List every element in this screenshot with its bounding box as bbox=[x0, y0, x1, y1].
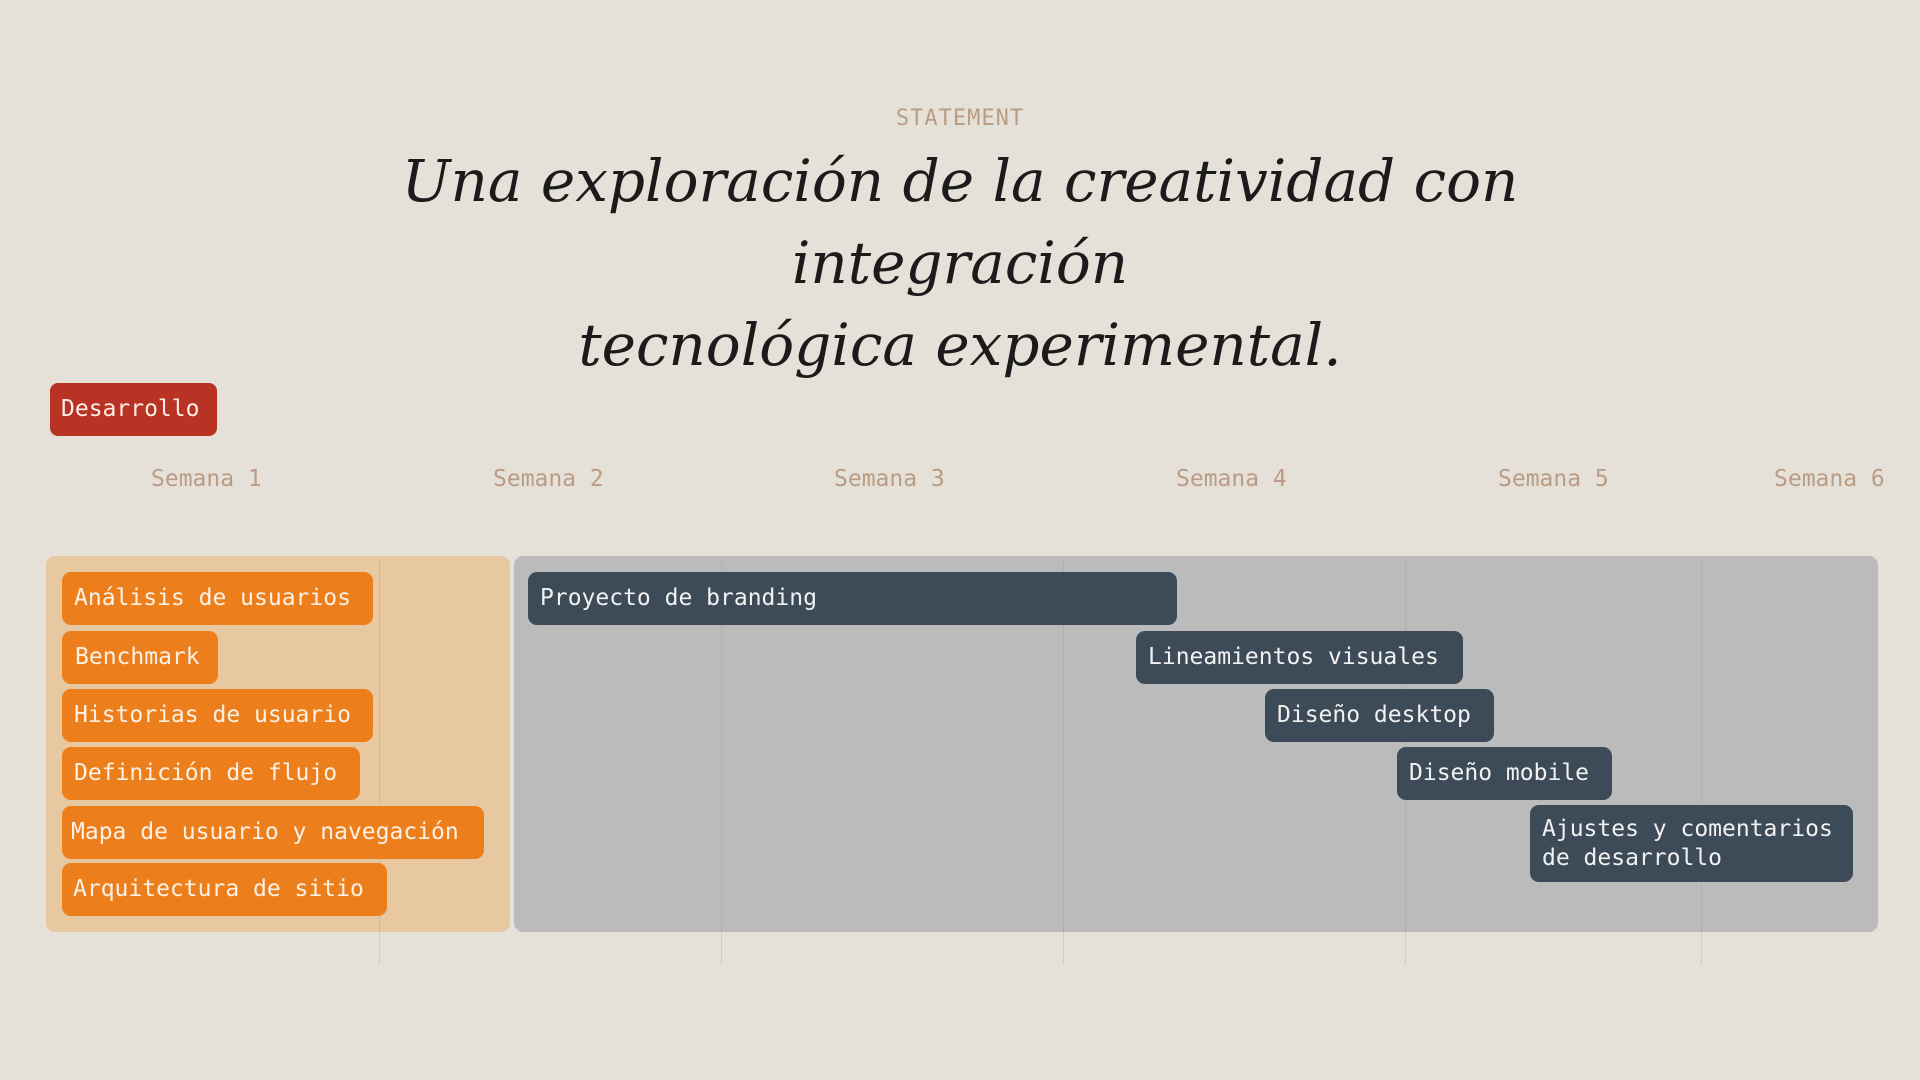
task-ajustes-comentarios: Ajustes y comentarios de desarrollo bbox=[1530, 805, 1853, 882]
headline-line-1: Una exploración de la creatividad con in… bbox=[401, 147, 1519, 297]
task-diseno-desktop: Diseño desktop bbox=[1265, 689, 1494, 742]
headline-line-2: tecnológica experimental. bbox=[578, 311, 1342, 379]
task-proyecto-branding: Proyecto de branding bbox=[528, 572, 1177, 625]
task-ajustes-line-2: de desarrollo bbox=[1542, 845, 1723, 871]
week-label-3: Semana 3 bbox=[834, 466, 945, 492]
task-ajustes-line-1: Ajustes y comentarios bbox=[1542, 816, 1833, 842]
task-lineamientos-visuales: Lineamientos visuales bbox=[1136, 631, 1463, 684]
phase-tag: Desarrollo bbox=[50, 383, 218, 436]
task-mapa-usuario-navegacion: Mapa de usuario y navegación bbox=[62, 806, 484, 859]
week-label-1: Semana 1 bbox=[151, 466, 262, 492]
week-label-6: Semana 6 bbox=[1774, 466, 1885, 492]
week-label-4: Semana 4 bbox=[1176, 466, 1287, 492]
week-label-5: Semana 5 bbox=[1498, 466, 1609, 492]
headline: Una exploración de la creatividad con in… bbox=[260, 140, 1660, 386]
task-diseno-mobile: Diseño mobile bbox=[1397, 747, 1612, 800]
week-gridline-5 bbox=[1701, 560, 1702, 965]
task-historias-usuario: Historias de usuario bbox=[62, 689, 373, 742]
week-label-2: Semana 2 bbox=[493, 466, 604, 492]
eyebrow-label: STATEMENT bbox=[895, 106, 1025, 131]
task-arquitectura-sitio: Arquitectura de sitio bbox=[62, 863, 387, 916]
task-definicion-flujo: Definición de flujo bbox=[62, 747, 360, 800]
task-benchmark: Benchmark bbox=[62, 631, 218, 684]
task-analisis-usuarios: Análisis de usuarios bbox=[62, 572, 373, 625]
